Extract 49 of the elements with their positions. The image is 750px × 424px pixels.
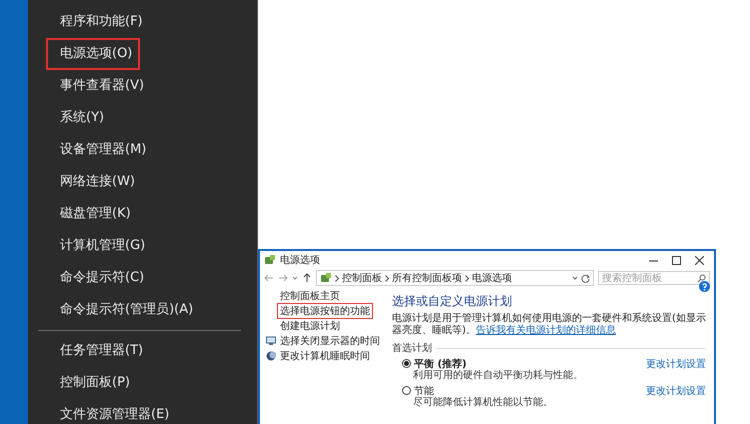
menu-item[interactable]: 网络连接(W) bbox=[46, 166, 143, 198]
breadcrumb-item[interactable]: 电源选项 bbox=[472, 271, 512, 285]
search-icon bbox=[697, 274, 706, 282]
menu-item[interactable]: 设备管理器(M) bbox=[46, 134, 154, 166]
breadcrumb-item[interactable]: 控制面板 bbox=[342, 271, 382, 285]
up-arrow-icon bbox=[302, 273, 312, 283]
monitor-icon bbox=[266, 336, 276, 346]
menu-item[interactable]: 程序和功能(F) bbox=[46, 6, 151, 38]
forward-arrow-icon bbox=[278, 273, 288, 283]
menu-item[interactable]: 任务管理器(T) bbox=[46, 335, 152, 367]
search-field[interactable]: 搜索控制面板 bbox=[598, 271, 710, 285]
plan-settings-link[interactable]: 更改计划设置 bbox=[646, 356, 706, 370]
plan-settings-link[interactable]: 更改计划设置 bbox=[646, 384, 706, 398]
description-text: 电源计划是用于管理计算机如何使用电源的一套硬件和系统设置(如显示器亮度、睡眠等)。告诉我有关电源计划的详细信息 bbox=[392, 313, 706, 337]
help-icon bbox=[699, 281, 710, 292]
moon-icon bbox=[266, 350, 276, 360]
window-title: 电源选项 bbox=[280, 254, 321, 267]
menu-item[interactable]: 事件查看器(V) bbox=[46, 70, 152, 102]
chevron-icon bbox=[385, 274, 389, 282]
menu-item[interactable]: 控制面板(P) bbox=[46, 367, 138, 399]
back-arrow-icon bbox=[264, 273, 274, 283]
menu-item[interactable]: 命令提示符(C) bbox=[46, 262, 152, 294]
sidebar-link[interactable]: 创建电源计划 bbox=[278, 318, 342, 332]
plan-name: 节能 bbox=[414, 384, 435, 396]
chevron-icon bbox=[335, 274, 339, 282]
menu-item[interactable]: 磁盘管理(K) bbox=[46, 198, 139, 230]
plan-name: 平衡 (推荐) bbox=[414, 358, 468, 370]
menu-item[interactable]: 计算机管理(G) bbox=[46, 230, 154, 262]
maximize-icon bbox=[672, 256, 681, 264]
menu-item[interactable]: 电源选项(O) bbox=[46, 38, 140, 70]
menu-item[interactable]: 文件资源管理器(E) bbox=[46, 399, 178, 424]
plan-description: 利用可用的硬件自动平衡功耗与性能。 bbox=[412, 370, 584, 382]
sidebar-link[interactable]: 控制面板主页 bbox=[278, 288, 342, 302]
plan-description: 尽可能降低计算机性能以节能。 bbox=[412, 397, 554, 409]
menu-item[interactable]: 系统(Y) bbox=[46, 102, 112, 134]
close-icon bbox=[695, 256, 704, 264]
page-heading: 选择或自定义电源计划 bbox=[392, 293, 513, 310]
menu-item[interactable]: 命令提示符(管理员)(A) bbox=[46, 294, 202, 326]
details-link[interactable]: 告诉我有关电源计划的详细信息 bbox=[476, 325, 616, 336]
address-bar[interactable]: 控制面板 所有控制面板项 电源选项 bbox=[316, 270, 594, 286]
sidebar-link[interactable]: 选择关闭显示器的时间 bbox=[278, 334, 382, 348]
breadcrumb-item[interactable]: 所有控制面板项 bbox=[392, 271, 462, 285]
section-label: 首选计划 bbox=[392, 342, 432, 355]
sidebar-link[interactable]: 更改计算机睡眠时间 bbox=[278, 348, 372, 362]
chevron-icon bbox=[465, 274, 469, 282]
radio-button[interactable] bbox=[402, 386, 411, 395]
refresh-icon bbox=[581, 274, 590, 282]
radio-button[interactable] bbox=[402, 359, 411, 368]
sidebar-link[interactable]: 选择电源按钮的功能 bbox=[278, 304, 372, 318]
